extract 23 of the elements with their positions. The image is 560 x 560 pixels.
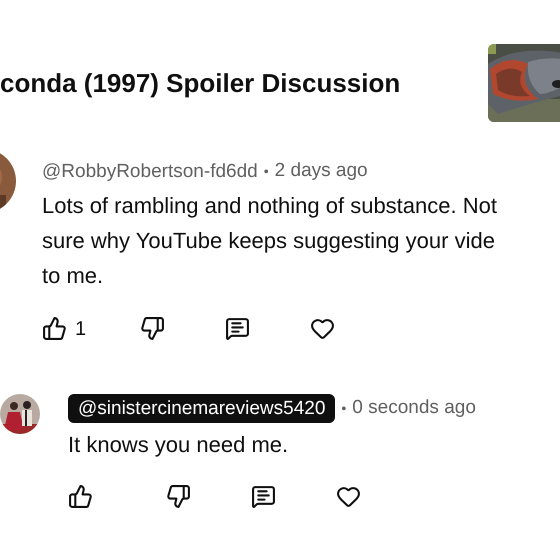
like-button[interactable] <box>68 484 93 508</box>
separator-dot: • <box>264 162 269 181</box>
comment-icon <box>251 484 276 508</box>
like-button[interactable]: 1 <box>42 314 86 344</box>
video-title: conda (1997) Spoiler Discussion <box>0 66 400 100</box>
thumbs-down-icon <box>166 484 191 508</box>
heart-button[interactable] <box>310 316 335 341</box>
thumbs-down-icon <box>140 316 165 341</box>
comment-text: It knows you need me. <box>68 430 290 459</box>
heart-icon <box>310 316 335 341</box>
thumbs-up-icon <box>42 316 67 341</box>
dislike-button[interactable] <box>140 316 165 341</box>
dislike-button[interactable] <box>166 484 191 508</box>
username[interactable]: @RobbyRobertson-fd6dd <box>42 158 258 184</box>
comment-icon <box>225 316 250 341</box>
reply-button[interactable] <box>251 484 276 508</box>
separator-dot: • <box>341 398 346 418</box>
comment-time: 2 days ago <box>274 159 368 183</box>
comment-text: Lots of rambling and nothing of substance. Not sure why YouTube keeps suggesting your vide to me. <box>42 192 497 290</box>
reply-button[interactable] <box>225 316 250 341</box>
comment-time: 0 seconds ago <box>352 396 476 420</box>
username[interactable]: @sinistercinemareviews5420 <box>68 394 336 422</box>
thumbs-up-icon <box>68 484 93 508</box>
